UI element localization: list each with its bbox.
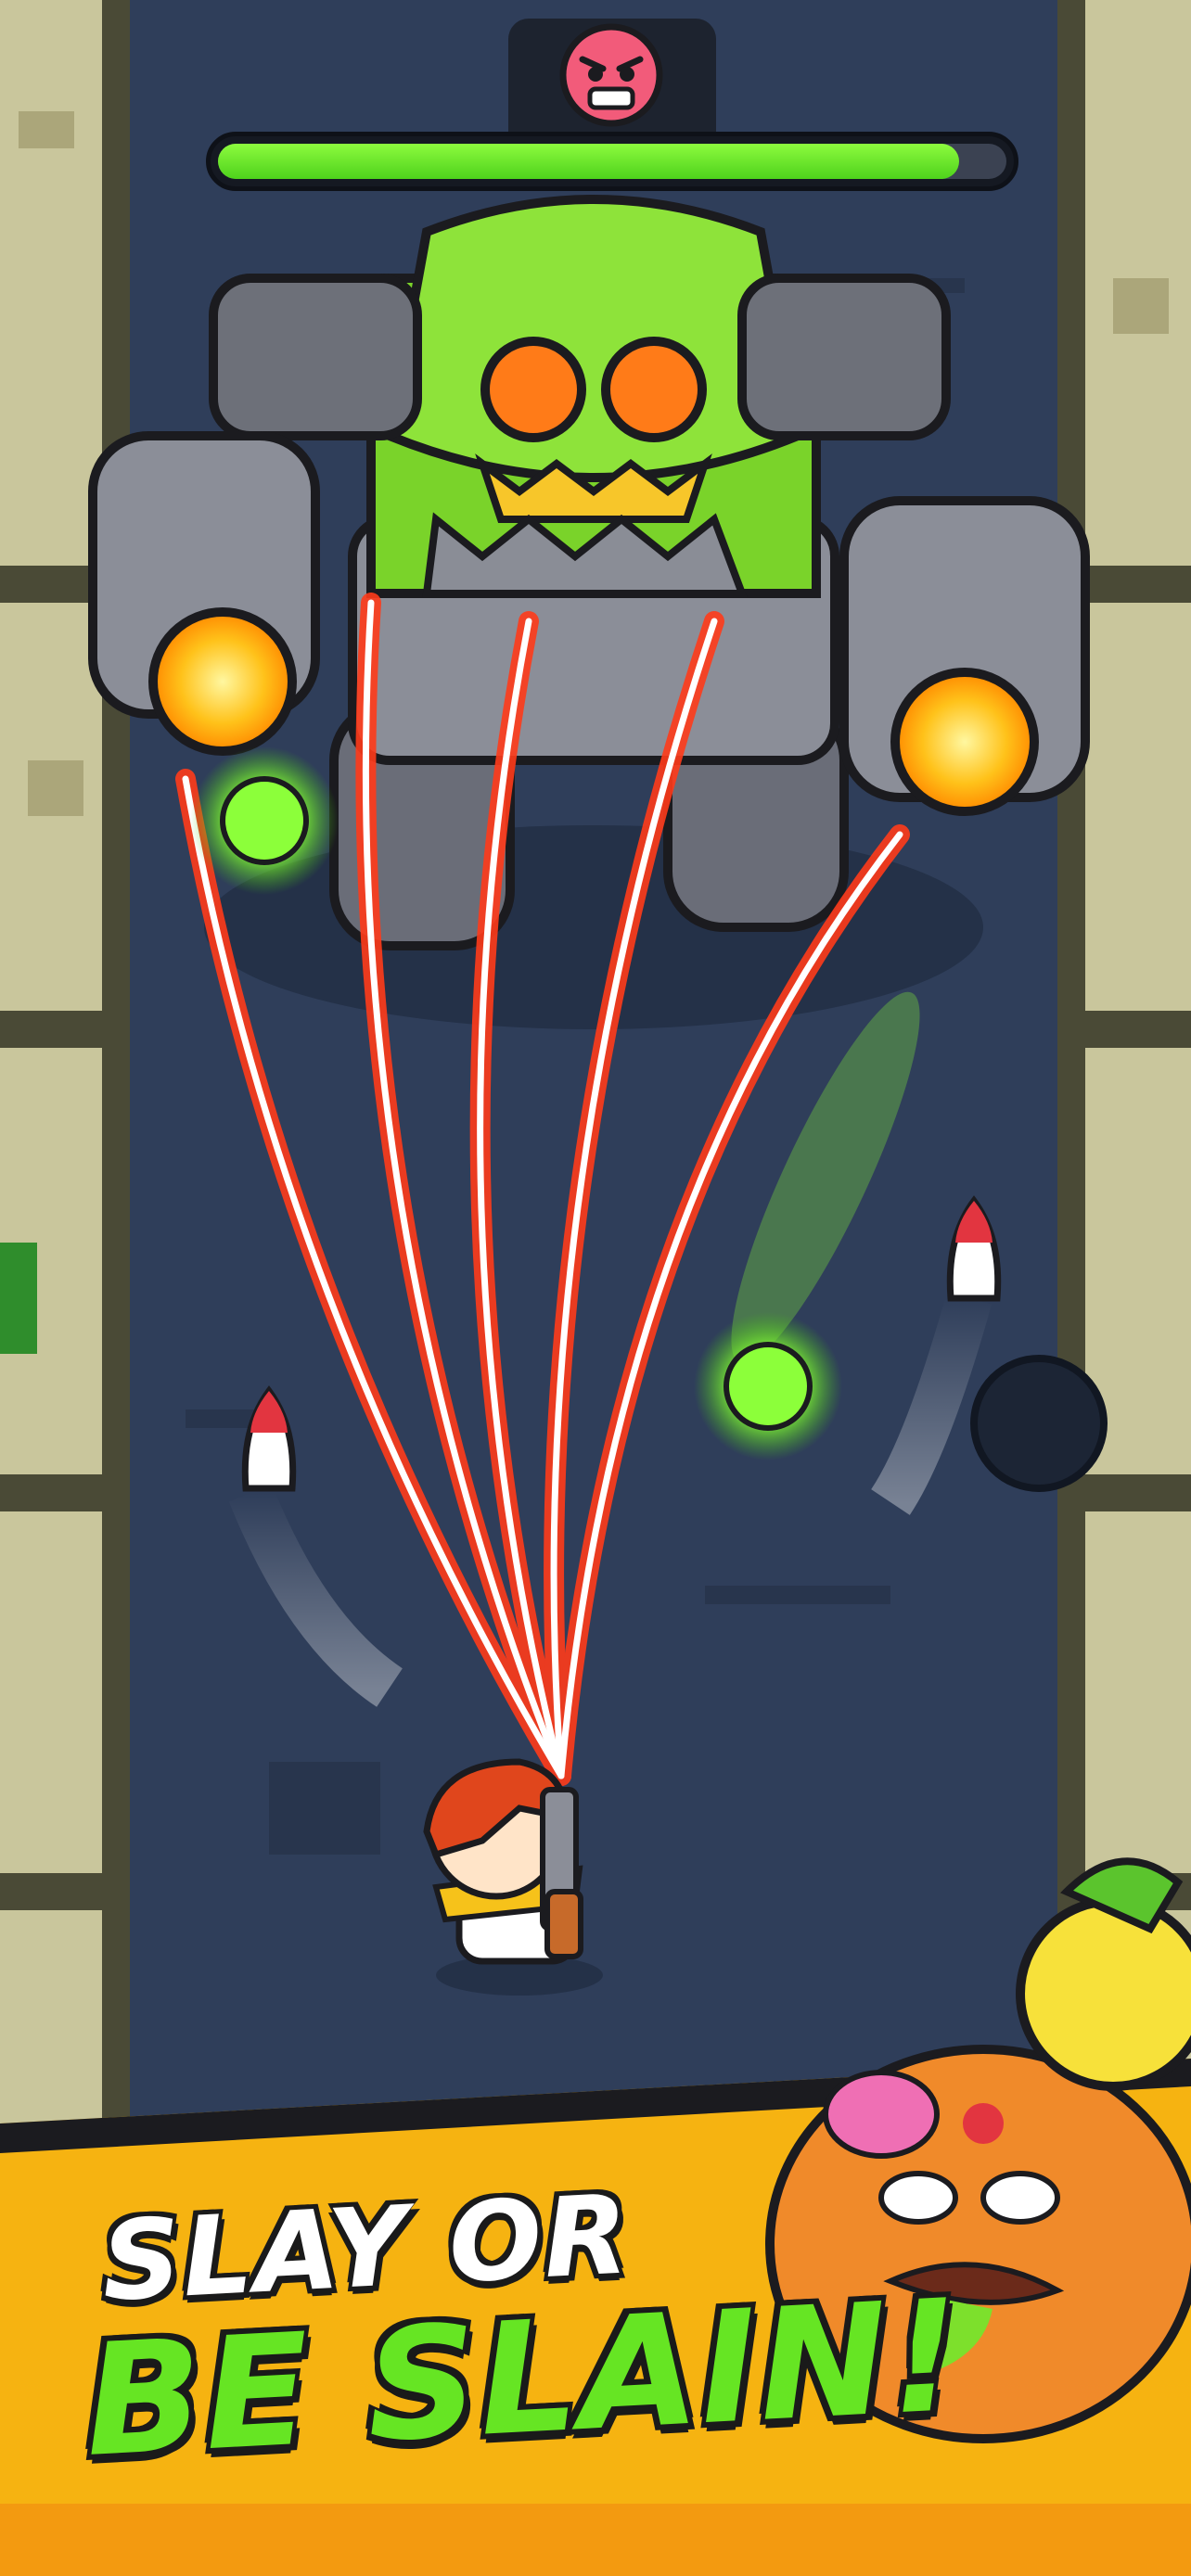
manhole bbox=[970, 1355, 1108, 1492]
boss-health-bar bbox=[206, 132, 1018, 191]
game-screen: SLAY OR BE SLAIN! bbox=[0, 0, 1191, 2576]
boss-health-fill bbox=[218, 144, 959, 179]
left-wall bbox=[0, 0, 130, 2133]
angry-boss-face-icon bbox=[559, 23, 663, 127]
robot-boss-icon bbox=[88, 195, 1090, 1029]
